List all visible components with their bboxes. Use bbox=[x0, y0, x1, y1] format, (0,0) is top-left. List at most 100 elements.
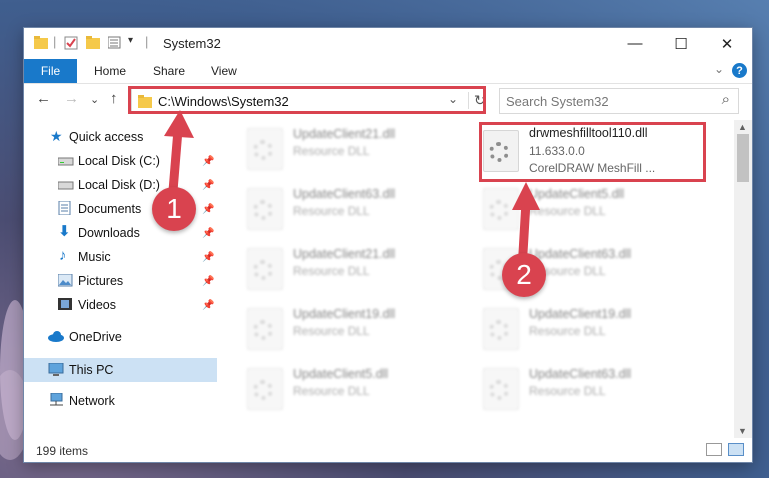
star-icon: ★ bbox=[50, 128, 63, 144]
pin-icon[interactable]: 📌 bbox=[202, 276, 214, 287]
dll-file-icon bbox=[483, 368, 519, 410]
new-folder-icon[interactable] bbox=[86, 36, 100, 50]
search-icon[interactable]: ⌕ bbox=[722, 91, 730, 108]
sidebar-item-videos[interactable]: Videos 📌 bbox=[24, 294, 217, 316]
pin-icon[interactable]: 📌 bbox=[202, 156, 214, 167]
sidebar-item-label: Network bbox=[69, 394, 115, 408]
pictures-icon bbox=[58, 274, 73, 287]
list-item[interactable]: UpdateClient21.dll Resource DLL bbox=[247, 126, 467, 174]
sidebar-item-label: This PC bbox=[69, 363, 114, 377]
sidebar-item-onedrive[interactable]: OneDrive bbox=[24, 326, 217, 348]
details-view-icon[interactable] bbox=[706, 443, 722, 456]
sidebar-item-label: Documents bbox=[78, 202, 142, 216]
dll-file-icon bbox=[247, 368, 283, 410]
file-name: UpdateClient63.dll bbox=[293, 187, 396, 201]
minimize-button[interactable]: — bbox=[612, 28, 658, 59]
item-count: 199 items bbox=[36, 444, 89, 458]
close-button[interactable]: ✕ bbox=[704, 28, 750, 59]
drive-icon bbox=[58, 157, 74, 166]
file-type: Resource DLL bbox=[293, 144, 370, 158]
ribbon-tabs: File Home Share View ⌄ ? bbox=[24, 59, 752, 84]
scroll-up-icon[interactable]: ▲ bbox=[738, 122, 747, 132]
file-name: UpdateClient19.dll bbox=[293, 307, 396, 321]
step-marker-1: 1 bbox=[152, 187, 196, 231]
list-item[interactable]: UpdateClient5.dll Resource DLL bbox=[247, 366, 467, 414]
status-bar: 199 items bbox=[24, 438, 752, 462]
pin-icon[interactable]: 📌 bbox=[202, 180, 214, 191]
file-name: UpdateClient21.dll bbox=[293, 247, 396, 261]
pin-icon[interactable]: 📌 bbox=[202, 204, 214, 215]
file-type: Resource DLL bbox=[293, 264, 370, 278]
vertical-scrollbar[interactable]: ▲ ▼ bbox=[734, 120, 752, 438]
recent-locations-button[interactable]: ⌄ bbox=[90, 93, 99, 106]
expand-ribbon-icon[interactable]: ⌄ bbox=[714, 62, 724, 76]
search-placeholder: Search System32 bbox=[506, 93, 609, 109]
dll-file-icon bbox=[247, 128, 283, 170]
folder-icon bbox=[34, 36, 48, 49]
back-button[interactable]: ← bbox=[36, 90, 51, 107]
step-marker-2: 2 bbox=[502, 253, 546, 297]
sidebar-item-label: Music bbox=[78, 250, 111, 264]
sidebar-item-pictures[interactable]: Pictures 📌 bbox=[24, 270, 217, 292]
file-name: UpdateClient5.dll bbox=[293, 367, 389, 381]
file-explorer-window: | ▾ | System32 — ☐ ✕ File Home Share Vie… bbox=[24, 28, 752, 462]
up-button[interactable]: ↑ bbox=[110, 90, 118, 107]
sidebar-item-music[interactable]: ♪ Music 📌 bbox=[24, 246, 217, 268]
maximize-button[interactable]: ☐ bbox=[658, 28, 704, 59]
list-item[interactable]: UpdateClient19.dll Resource DLL bbox=[247, 306, 467, 354]
sidebar-item-label: Downloads bbox=[78, 226, 140, 240]
scrollbar-thumb[interactable] bbox=[737, 134, 749, 182]
help-icon[interactable]: ? bbox=[732, 63, 747, 78]
network-icon bbox=[50, 393, 63, 406]
customize-toolbar-icon[interactable] bbox=[108, 36, 124, 50]
drive-icon bbox=[58, 181, 74, 190]
sidebar-item-network[interactable]: Network bbox=[24, 390, 217, 412]
file-name: UpdateClient19.dll bbox=[529, 307, 632, 321]
videos-icon bbox=[58, 298, 72, 310]
sidebar-item-label: Local Disk (D:) bbox=[78, 178, 160, 192]
file-list: UpdateClient21.dll Resource DLL UpdateCl… bbox=[217, 120, 734, 430]
sidebar-item-this-pc[interactable]: This PC bbox=[24, 358, 217, 382]
dll-file-icon bbox=[483, 308, 519, 350]
list-item[interactable]: UpdateClient63.dll Resource DLL bbox=[247, 186, 467, 234]
pin-icon[interactable]: 📌 bbox=[202, 228, 214, 239]
file-highlight-box bbox=[479, 122, 706, 182]
pin-icon[interactable]: 📌 bbox=[202, 300, 214, 311]
tab-share[interactable]: Share bbox=[153, 59, 185, 83]
computer-icon bbox=[48, 363, 64, 376]
dll-file-icon bbox=[247, 308, 283, 350]
window-title: System32 bbox=[163, 36, 221, 51]
search-input[interactable]: Search System32 ⌕ bbox=[499, 88, 739, 114]
title-bar: | ▾ | System32 — ☐ ✕ bbox=[24, 28, 752, 59]
forward-button[interactable]: → bbox=[64, 90, 79, 107]
separator: | bbox=[53, 34, 57, 49]
file-type: Resource DLL bbox=[293, 204, 370, 218]
pin-icon[interactable]: 📌 bbox=[202, 252, 214, 263]
tiles-view-icon[interactable] bbox=[728, 443, 744, 456]
list-item[interactable]: UpdateClient19.dll Resource DLL bbox=[483, 306, 703, 354]
file-type: Resource DLL bbox=[529, 384, 606, 398]
sidebar-item-label: Videos bbox=[78, 298, 116, 312]
sidebar-item-label: Local Disk (C:) bbox=[78, 154, 160, 168]
tab-file[interactable]: File bbox=[24, 59, 77, 83]
list-item[interactable]: UpdateClient63.dll Resource DLL bbox=[483, 366, 703, 414]
file-name: UpdateClient63.dll bbox=[529, 367, 632, 381]
tab-view[interactable]: View bbox=[211, 59, 237, 83]
cloud-icon bbox=[48, 331, 64, 342]
list-item[interactable]: UpdateClient21.dll Resource DLL bbox=[247, 246, 467, 294]
music-icon: ♪ bbox=[59, 247, 67, 264]
chevron-down-icon[interactable]: ▾ bbox=[128, 35, 133, 46]
dll-file-icon bbox=[247, 248, 283, 290]
navigation-bar: ← → ⌄ ↑ C:\Windows\System32 ⌄ ↻ Search S… bbox=[24, 84, 752, 116]
sidebar-item-label: OneDrive bbox=[69, 330, 122, 344]
tab-home[interactable]: Home bbox=[94, 59, 126, 83]
sidebar-item-label: Pictures bbox=[78, 274, 124, 288]
scroll-down-icon[interactable]: ▼ bbox=[738, 426, 747, 436]
file-type: Resource DLL bbox=[293, 384, 370, 398]
separator: | bbox=[145, 34, 149, 49]
documents-icon bbox=[58, 201, 71, 215]
downloads-icon: ⬇ bbox=[58, 223, 71, 240]
file-type: Resource DLL bbox=[293, 324, 370, 338]
dll-file-icon bbox=[247, 188, 283, 230]
properties-icon[interactable] bbox=[64, 36, 78, 50]
